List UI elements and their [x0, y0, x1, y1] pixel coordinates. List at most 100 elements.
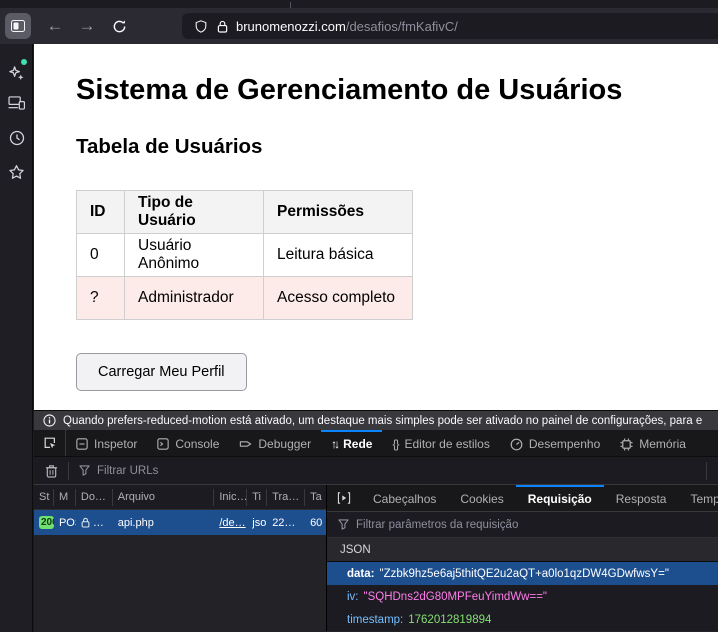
forward-button[interactable]: → — [71, 16, 103, 36]
block-requests-button[interactable] — [327, 485, 361, 511]
domain-cell: … — [76, 517, 113, 529]
back-button[interactable]: ← — [39, 16, 71, 36]
col-domain[interactable]: Do… — [76, 489, 113, 506]
json-section-header[interactable]: JSON — [327, 538, 718, 562]
devtools-tab-bar: Inspetor Console Debugger ↑↓ Rede {} E — [34, 430, 718, 457]
lock-icon[interactable] — [217, 20, 228, 33]
request-columns: St M Do… Arquivo Inic… Ti Tra… Ta — [34, 485, 326, 510]
tab-inspetor[interactable]: Inspetor — [66, 430, 147, 456]
request-list: St M Do… Arquivo Inic… Ti Tra… Ta 200 PO… — [34, 485, 327, 631]
filter-request-params-input[interactable]: Filtrar parâmetros da requisição — [327, 512, 718, 538]
col-size[interactable]: Ta — [305, 489, 326, 506]
col-initiator[interactable]: Inic… — [214, 489, 247, 506]
tab-memoria[interactable]: Memória — [610, 430, 696, 456]
inspector-icon — [76, 438, 88, 450]
tab-inspetor-label: Inspetor — [94, 437, 137, 451]
domain-ellipsis: … — [93, 517, 104, 529]
size-cell: 60 — [305, 517, 326, 529]
tab-editor-de-estilos[interactable]: {} Editor de estilos — [382, 430, 499, 456]
tab-rede-label: Rede — [343, 437, 372, 451]
history-button[interactable] — [0, 123, 33, 153]
url-path: /desafios/fmKafivC/ — [346, 19, 458, 34]
toolbar-right-divider — [706, 462, 707, 480]
param-row-timestamp[interactable]: timestamp: 1762012819894 — [327, 608, 718, 631]
ai-sparkle-icon — [8, 65, 25, 82]
users-table: ID Tipo de Usuário Permissões 0 Usuário … — [76, 190, 413, 320]
trash-icon — [45, 464, 58, 478]
tab-cabecalhos-label: Cabeçalhos — [373, 492, 436, 506]
ai-chatbot-button[interactable] — [0, 58, 33, 88]
url-text: brunomenozzi.com/desafios/fmKafivC/ — [236, 19, 458, 34]
status-badge: 200 — [39, 516, 54, 529]
details-tab-bar: Cabeçalhos Cookies Requisição Resposta T… — [327, 485, 718, 512]
tab-tempos-label: Tempos — [690, 492, 718, 506]
param-key: timestamp: — [347, 614, 403, 626]
col-header-permissoes: Permissões — [264, 191, 413, 234]
param-value: 1762012819894 — [408, 614, 491, 626]
col-file[interactable]: Arquivo — [113, 489, 215, 506]
reload-button[interactable] — [103, 19, 135, 34]
initiator-link[interactable]: /de… — [219, 517, 245, 529]
url-bar[interactable]: brunomenozzi.com/desafios/fmKafivC/ — [182, 13, 718, 39]
tab-memoria-label: Memória — [639, 437, 686, 451]
transferred-cell: 22… — [267, 517, 305, 529]
tab-debugger[interactable]: Debugger — [229, 430, 321, 456]
cell-permissoes: Acesso completo — [264, 277, 413, 320]
devices-icon — [8, 96, 25, 110]
tab-resposta[interactable]: Resposta — [604, 485, 679, 511]
network-toolbar: Filtrar URLs — [34, 457, 718, 485]
cell-id: ? — [77, 277, 125, 320]
block-play-icon — [337, 492, 351, 504]
json-section-label: JSON — [340, 544, 371, 556]
tab-rede[interactable]: ↑↓ Rede — [321, 430, 382, 456]
bookmarks-button[interactable] — [0, 157, 33, 187]
tab-cabecalhos[interactable]: Cabeçalhos — [361, 485, 448, 511]
type-cell: json — [247, 517, 267, 529]
filter-request-params-placeholder: Filtrar parâmetros da requisição — [356, 519, 518, 531]
tab-console[interactable]: Console — [147, 430, 229, 456]
tab-desempenho-label: Desempenho — [529, 437, 600, 451]
param-row-iv[interactable]: iv: "SQHDns2dG80MPFeuYimdWw==" — [327, 585, 718, 608]
tab-editor-label: Editor de estilos — [404, 437, 489, 451]
synced-tabs-button[interactable] — [0, 88, 33, 118]
debugger-icon — [239, 438, 252, 450]
table-row-anonimo: 0 Usuário Anônimo Leitura básica — [77, 234, 413, 277]
tab-tempos[interactable]: Tempos — [678, 485, 718, 511]
cell-id: 0 — [77, 234, 125, 277]
clear-requests-button[interactable] — [34, 464, 68, 478]
network-body: St M Do… Arquivo Inic… Ti Tra… Ta 200 PO… — [34, 485, 718, 631]
col-transferred[interactable]: Tra… — [267, 489, 305, 506]
col-type[interactable]: Ti — [247, 489, 267, 506]
pick-element-button[interactable] — [34, 430, 66, 456]
col-header-tipo: Tipo de Usuário — [125, 191, 264, 234]
request-details-panel: Cabeçalhos Cookies Requisição Resposta T… — [327, 485, 718, 631]
memory-icon — [620, 438, 633, 451]
pick-element-icon — [43, 436, 57, 450]
col-method[interactable]: M — [54, 489, 76, 506]
table-row-administrador: ? Administrador Acesso completo — [77, 277, 413, 320]
param-key: iv: — [347, 591, 359, 603]
tab-requisicao[interactable]: Requisição — [516, 485, 604, 511]
load-profile-button[interactable]: Carregar Meu Perfil — [76, 353, 247, 391]
ai-status-dot — [21, 59, 27, 65]
console-icon — [157, 438, 169, 450]
page-subtitle: Tabela de Usuários — [76, 135, 718, 159]
filter-urls-placeholder: Filtrar URLs — [97, 465, 158, 477]
param-value: "Zzbk9hz5e6aj5thitQE2u2aQT+a0lo1qzDW4GDw… — [379, 568, 668, 580]
browser-side-rail — [0, 44, 33, 632]
sidebar-toggle-button[interactable] — [5, 13, 31, 39]
col-status[interactable]: St — [34, 489, 54, 506]
notice-text: Quando prefers-reduced-motion está ativa… — [63, 415, 702, 427]
param-row-data[interactable]: data: "Zzbk9hz5e6aj5thitQE2u2aQT+a0lo1qz… — [327, 562, 718, 585]
clock-icon — [9, 130, 25, 146]
tab-desempenho[interactable]: Desempenho — [500, 430, 610, 456]
col-header-id: ID — [77, 191, 125, 234]
tab-cookies[interactable]: Cookies — [448, 485, 515, 511]
funnel-icon — [338, 519, 349, 530]
funnel-icon — [79, 465, 90, 476]
shield-icon[interactable] — [194, 19, 208, 34]
toolbar-divider — [68, 462, 69, 480]
tab-resposta-label: Resposta — [616, 492, 667, 506]
request-row-selected[interactable]: 200 POST … api.php /de… json — [34, 510, 326, 535]
filter-urls-input[interactable]: Filtrar URLs — [79, 465, 158, 477]
